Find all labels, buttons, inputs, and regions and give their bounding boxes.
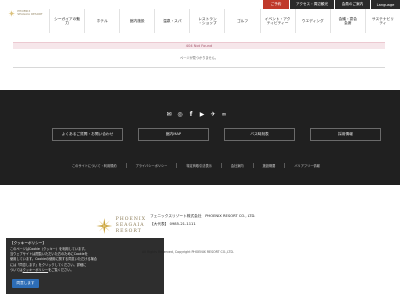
tripadvisor-icon[interactable]: ∞: [221, 112, 227, 118]
bus-timetable-button[interactable]: バス時刻表: [224, 128, 295, 141]
company-name: フェニックスリゾート株式会社 PHOENIX RESORT CO., LTD.: [150, 214, 256, 218]
mail-icon[interactable]: ✉: [166, 112, 172, 118]
youtube-icon[interactable]: ▶: [199, 112, 205, 118]
nav-item-meeting[interactable]: 会議・宴会 会席: [329, 9, 365, 33]
nav-item-wedding[interactable]: ウエディング: [294, 9, 330, 33]
cookie-policy-link[interactable]: クッキーポリシー: [23, 268, 49, 272]
not-found-banner: 404 Not Found: [13, 42, 385, 49]
social-links: ✉ ◎ f ▶ ✈ ∞: [166, 112, 227, 118]
footer-buttons: よくあるご質問・お問い合わせ 館内MAP バス時刻表 採用情報: [52, 128, 381, 141]
nav-item-event[interactable]: イベント・アク ティビティー: [259, 9, 295, 33]
footer-link-commerce[interactable]: 特定商取引法表示: [176, 163, 212, 168]
cookie-body: このページはCookie（クッキー）を利用しています。 当ウェブサイトは閲覧いた…: [10, 247, 160, 273]
cookie-banner: 【クッキーポリシー】 このページはCookie（クッキー）を利用しています。 当…: [6, 238, 164, 294]
main-content: 404 Not Found ページが見つかりません。: [0, 35, 400, 90]
footer-links: このサイトについて・利用規約 プライバシーポリシー 特定商取引法表示 会社案内 …: [72, 163, 320, 168]
footer-link-barrierfree[interactable]: バリアフリー情報: [284, 163, 320, 168]
site-logo[interactable]: PHOENIX SEAGAIA RESORT: [8, 5, 44, 21]
footer-link-privacy[interactable]: プライバシーポリシー: [125, 163, 167, 168]
twitter-icon[interactable]: ✈: [210, 112, 216, 118]
top-utility-bar: ご予約 アクセス・周辺観光 会員のご案内 Language: [263, 0, 400, 9]
logo-line-resort: RESORT: [115, 229, 142, 234]
facility-map-button[interactable]: 館内MAP: [138, 128, 209, 141]
cookie-title: 【クッキーポリシー】: [10, 241, 46, 245]
nav-item-spa[interactable]: 温泉・スパ: [154, 9, 189, 33]
footer-logo-text: PHOENIX SEAGAIA RESORT: [116, 217, 146, 235]
cookie-text-line: ついてはクッキーポリシーをご覧ください。: [10, 268, 160, 273]
nav-item-hotel[interactable]: ホテル: [84, 9, 119, 33]
member-button[interactable]: 会員のご案内: [335, 0, 370, 9]
site-footer: ✉ ◎ f ▶ ✈ ∞ よくあるご質問・お問い合わせ 館内MAP バス時刻表 採…: [0, 90, 400, 185]
footer-link-terms[interactable]: このサイトについて・利用規約: [72, 163, 117, 168]
phoenix-logo-icon: [8, 9, 16, 17]
cookie-text: ついては: [10, 267, 23, 272]
nav-item-restaurant[interactable]: レストラン ・ショップ: [189, 9, 224, 33]
recruit-button[interactable]: 採用情報: [310, 128, 381, 141]
phone-number: 【大代表】 0985-21-1111: [150, 222, 196, 226]
cookie-text: をご覧ください。: [48, 267, 74, 272]
phoenix-logo-icon: [96, 218, 113, 234]
divider: [13, 67, 385, 68]
reservation-button[interactable]: ご予約: [263, 0, 289, 9]
not-found-message: ページが見つかりません。: [179, 56, 219, 60]
footer-link-facilities[interactable]: 施設概要: [252, 163, 275, 168]
instagram-icon[interactable]: ◎: [177, 112, 183, 118]
nav-item-facilities[interactable]: 館内施設: [119, 9, 154, 33]
logo-text: PHOENIX SEAGAIA RESORT: [17, 10, 43, 16]
nav-item-golf[interactable]: ゴルフ: [224, 9, 259, 33]
site-header: PHOENIX SEAGAIA RESORT ご予約 アクセス・周辺観光 会員の…: [0, 0, 400, 35]
main-nav: シーガイアの魅 力 ホテル 館内施設 温泉・スパ レストラン ・ショップ ゴルフ…: [49, 9, 400, 33]
access-button[interactable]: アクセス・周辺観光: [290, 0, 334, 9]
facebook-icon[interactable]: f: [188, 112, 194, 118]
language-button[interactable]: Language: [371, 0, 400, 9]
cookie-agree-button[interactable]: 同意します: [12, 279, 39, 288]
nav-item-sustainability[interactable]: サステナビリ ティ: [364, 9, 400, 33]
faq-contact-button[interactable]: よくあるご質問・お問い合わせ: [52, 128, 123, 141]
footer-link-company[interactable]: 会社案内: [220, 163, 244, 168]
nav-item-attraction[interactable]: シーガイアの魅 力: [49, 9, 84, 33]
